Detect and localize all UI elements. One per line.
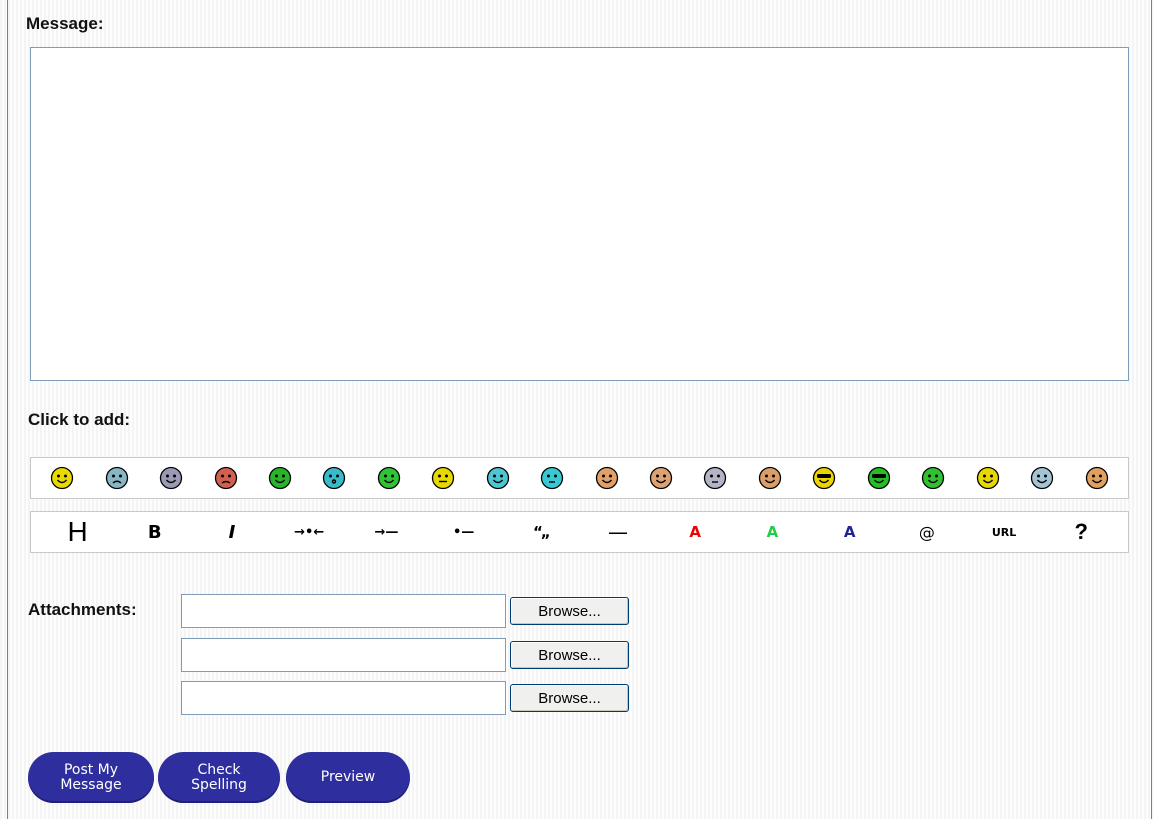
format-email-button[interactable]: @: [900, 516, 954, 548]
format-heading-button[interactable]: H: [51, 516, 105, 548]
smiley-tongue-icon[interactable]: [976, 466, 1000, 490]
browse-button-1[interactable]: Browse...: [510, 597, 629, 625]
smiley-sad-icon[interactable]: [105, 466, 129, 490]
post-message-button[interactable]: Post My Message: [28, 752, 154, 803]
format-blue-text-button[interactable]: A: [823, 516, 877, 548]
smiley-smile-icon[interactable]: [50, 466, 74, 490]
smiley-toolbar: [30, 457, 1129, 499]
format-help-button[interactable]: ?: [1054, 516, 1108, 548]
format-green-text-button[interactable]: A: [745, 516, 799, 548]
smiley-confused-icon[interactable]: [540, 466, 564, 490]
browse-button-3[interactable]: Browse...: [510, 684, 629, 712]
format-center-button[interactable]: →•←: [282, 516, 336, 548]
format-indent-button[interactable]: →—: [359, 516, 413, 548]
smiley-blush-icon[interactable]: [595, 466, 619, 490]
smiley-grin-icon[interactable]: [159, 466, 183, 490]
preview-label: Preview: [320, 769, 376, 785]
smiley-big-grin-icon[interactable]: [1085, 466, 1109, 490]
smiley-eek-icon[interactable]: [649, 466, 673, 490]
smiley-cool-icon[interactable]: [812, 466, 836, 490]
format-url-button[interactable]: URL: [977, 516, 1031, 548]
format-bold-button[interactable]: B: [128, 516, 182, 548]
message-label: Message:: [26, 14, 104, 33]
smiley-neutral-icon[interactable]: [431, 466, 455, 490]
smiley-sick-icon[interactable]: [921, 466, 945, 490]
smiley-angry-icon[interactable]: [214, 466, 238, 490]
smiley-content-icon[interactable]: [377, 466, 401, 490]
format-toolbar: H B I →•← →— •— “„ — A A A @ URL?: [30, 511, 1129, 553]
attachment-file-field-3[interactable]: [181, 681, 506, 715]
attachment-file-field-1[interactable]: [181, 594, 506, 628]
attachment-file-field-2[interactable]: [181, 638, 506, 672]
smiley-goggle-icon[interactable]: [486, 466, 510, 490]
preview-button[interactable]: Preview: [286, 752, 410, 803]
smiley-crazy-icon[interactable]: [758, 466, 782, 490]
click-to-add-label: Click to add:: [28, 410, 131, 429]
check-spelling-label: Check Spelling: [191, 761, 247, 793]
format-bullet-button[interactable]: •—: [437, 516, 491, 548]
format-italic-button[interactable]: I: [205, 516, 259, 548]
smiley-wink-icon[interactable]: [268, 466, 292, 490]
browse-button-2[interactable]: Browse...: [510, 641, 629, 669]
smiley-surprised-icon[interactable]: [322, 466, 346, 490]
smiley-sleepy-icon[interactable]: [703, 466, 727, 490]
format-horizontal-rule-button[interactable]: —: [591, 516, 645, 548]
format-red-text-button[interactable]: A: [668, 516, 722, 548]
format-quote-button[interactable]: “„: [514, 516, 568, 548]
smiley-grimace-icon[interactable]: [1030, 466, 1054, 490]
check-spelling-button[interactable]: Check Spelling: [158, 752, 280, 803]
message-textarea[interactable]: [30, 47, 1129, 381]
smiley-cool-green-icon[interactable]: [867, 466, 891, 490]
attachments-label: Attachments:: [28, 600, 137, 619]
post-message-label: Post My Message: [60, 761, 122, 793]
